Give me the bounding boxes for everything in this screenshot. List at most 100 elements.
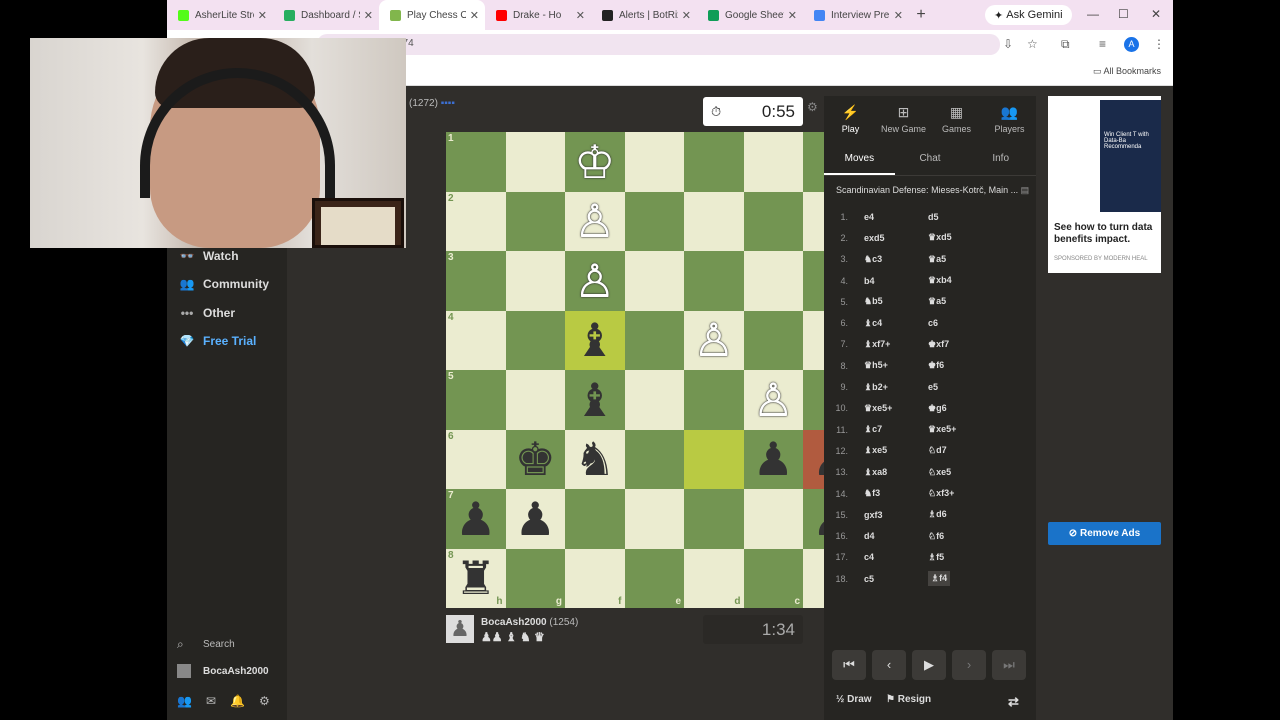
all-bookmarks-link[interactable]: ▭ All Bookmarks	[1093, 66, 1161, 77]
black-move[interactable]: ♘xe5	[928, 467, 988, 478]
white-move[interactable]: ♛xe5+	[864, 403, 928, 414]
sidebar-item-community[interactable]: 👥 Community	[177, 277, 269, 291]
black-move[interactable]: ♘xf3+	[928, 488, 988, 499]
media-control-icon[interactable]: ≡	[1099, 37, 1106, 51]
tab-close-icon[interactable]: ✕	[788, 9, 797, 22]
opening-name[interactable]: Scandinavian Defense: Mieses-Kotrč, Main…	[824, 176, 1036, 204]
white-move[interactable]: gxf3	[864, 510, 928, 520]
white-move[interactable]: ♝xf7+	[864, 339, 928, 350]
menu-dots-icon[interactable]: ⋮	[1153, 37, 1165, 51]
square[interactable]	[565, 489, 625, 549]
square[interactable]: 3	[446, 251, 506, 311]
tab-1[interactable]: Dashboard / St ✕	[273, 0, 379, 30]
square[interactable]	[505, 370, 565, 430]
url-field[interactable]: 974	[317, 34, 1000, 55]
black-move[interactable]: ♛a5	[928, 296, 988, 307]
bell-icon[interactable]: 🔔	[230, 694, 259, 708]
tab-close-icon[interactable]: ✕	[470, 9, 479, 22]
white-piece[interactable]: ♙	[753, 377, 794, 423]
bottom-player-info[interactable]: BocaAsh2000 (1254)	[481, 617, 578, 628]
tab-play[interactable]: ⚡ Play	[824, 96, 877, 142]
square[interactable]	[624, 191, 684, 251]
white-move[interactable]: ♝b2+	[864, 382, 928, 393]
square[interactable]: 4	[446, 310, 506, 370]
black-piece[interactable]: ♟	[515, 496, 556, 542]
white-move[interactable]: ♝c4	[864, 318, 928, 329]
white-move[interactable]: ♝xa8	[864, 467, 928, 478]
white-piece[interactable]: ♙	[574, 258, 615, 304]
white-move[interactable]: d4	[864, 531, 928, 541]
profile-avatar[interactable]: A	[1124, 37, 1139, 52]
white-move[interactable]: ♝c7	[864, 424, 928, 435]
resign-button[interactable]: ⚑ Resign	[886, 694, 931, 705]
square[interactable]: ♟	[505, 489, 565, 549]
ad-banner[interactable]: Win Client T with Data-Ba Recommenda See…	[1048, 96, 1161, 273]
tab-2[interactable]: Play Chess Onl ✕	[379, 0, 485, 30]
tab-close-icon[interactable]: ✕	[576, 9, 585, 22]
square[interactable]	[684, 251, 744, 311]
sidebar-user[interactable]: BocaAsh2000	[177, 664, 269, 678]
white-piece[interactable]: ♔	[574, 139, 615, 185]
next-move-button[interactable]: ›	[952, 650, 986, 680]
square[interactable]: ♜ 8 h	[446, 548, 506, 608]
square[interactable]: ♝	[565, 370, 625, 430]
square[interactable]: 2	[446, 191, 506, 251]
square[interactable]	[624, 489, 684, 549]
square[interactable]: ♔	[565, 132, 625, 192]
board-settings-icon[interactable]: ⚙	[807, 100, 818, 114]
mail-icon[interactable]: ✉	[206, 694, 230, 708]
square[interactable]: ♚	[505, 429, 565, 489]
black-move[interactable]: ♛a5	[928, 254, 988, 265]
remove-ads-button[interactable]: ⊘ Remove Ads	[1048, 522, 1161, 545]
tab-games[interactable]: ▦ Games	[930, 96, 983, 142]
black-move[interactable]: ♗f4	[928, 571, 951, 587]
white-piece[interactable]: ♙	[574, 198, 615, 244]
sidebar-item-watch[interactable]: 👓 Watch	[177, 249, 239, 263]
square[interactable]	[743, 310, 803, 370]
square[interactable]: 5	[446, 370, 506, 430]
square[interactable]	[743, 489, 803, 549]
black-piece[interactable]: ♚	[515, 436, 556, 482]
white-move[interactable]: ♞c3	[864, 254, 928, 265]
black-piece[interactable]: ♟	[455, 496, 496, 542]
black-move[interactable]: ♛xb4	[928, 275, 988, 286]
tab-moves[interactable]: Moves	[824, 142, 895, 175]
square[interactable]	[505, 191, 565, 251]
white-move[interactable]: b4	[864, 276, 928, 286]
flip-board-icon[interactable]: ⇄	[1008, 694, 1019, 710]
tab-0[interactable]: AsherLite Strea ✕	[167, 0, 273, 30]
square[interactable]: ♙	[565, 191, 625, 251]
square[interactable]: ♟	[743, 429, 803, 489]
play-button[interactable]: ▶	[912, 650, 946, 680]
sidebar-search[interactable]: ⌕ Search	[177, 637, 235, 652]
square[interactable]	[684, 429, 744, 489]
maximize-icon[interactable]: ☐	[1118, 7, 1129, 21]
tab-close-icon[interactable]: ✕	[364, 9, 373, 22]
square[interactable]	[505, 310, 565, 370]
square[interactable]: c	[743, 548, 803, 608]
tab-chat[interactable]: Chat	[895, 142, 966, 175]
black-move[interactable]: ♘f6	[928, 531, 988, 542]
black-move[interactable]: c6	[928, 318, 988, 328]
black-move[interactable]: ♗d6	[928, 509, 988, 520]
square[interactable]	[684, 132, 744, 192]
tab-5[interactable]: Google Sheets ✕	[697, 0, 803, 30]
tab-close-icon[interactable]: ✕	[258, 9, 267, 22]
square[interactable]	[505, 251, 565, 311]
black-move[interactable]: ♛xd5	[928, 232, 988, 243]
ask-gemini-button[interactable]: ✦ Ask Gemini	[985, 5, 1072, 25]
square[interactable]	[684, 489, 744, 549]
black-piece[interactable]: ♝	[574, 317, 615, 363]
black-piece[interactable]: ♝	[574, 377, 615, 423]
white-move[interactable]: ♛h5+	[864, 360, 928, 371]
close-window-icon[interactable]: ✕	[1151, 7, 1161, 21]
friends-icon[interactable]: 👥	[177, 694, 206, 708]
square[interactable]	[624, 310, 684, 370]
square[interactable]	[743, 251, 803, 311]
square[interactable]: 1	[446, 132, 506, 192]
white-move[interactable]: c5	[864, 574, 928, 584]
white-piece[interactable]: ♙	[693, 317, 734, 363]
black-move[interactable]: e5	[928, 382, 988, 392]
square[interactable]	[743, 132, 803, 192]
square[interactable]: ♙	[743, 370, 803, 430]
